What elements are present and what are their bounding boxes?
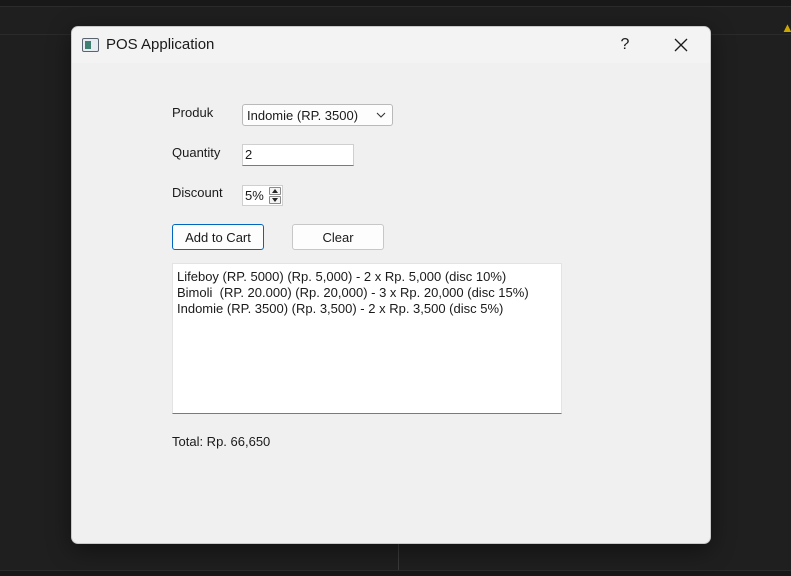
pos-application-window: POS Application ? Produk Indomie (RP. 35… (71, 26, 711, 544)
discount-spinbox[interactable]: 5% (242, 185, 283, 206)
title-bar[interactable]: POS Application ? (72, 27, 710, 63)
cart-list[interactable]: Lifeboy (RP. 5000) (Rp. 5,000) - 2 x Rp.… (172, 263, 562, 414)
spin-up-button[interactable] (269, 187, 281, 195)
discount-label: Discount (172, 185, 223, 200)
add-to-cart-button[interactable]: Add to Cart (172, 224, 264, 250)
cart-item: Lifeboy (RP. 5000) (Rp. 5,000) - 2 x Rp.… (177, 269, 507, 284)
spin-down-arrow-icon (272, 198, 278, 202)
quantity-label: Quantity (172, 145, 221, 160)
warning-icon[interactable]: ▲ (781, 21, 791, 35)
close-icon (674, 38, 688, 52)
discount-value: 5% (245, 188, 264, 203)
produk-selected-value: Indomie (RP. 3500) (247, 108, 359, 123)
cart-item: Bimoli (RP. 20.000) (Rp. 20,000) - 3 x R… (177, 285, 529, 300)
spin-down-button[interactable] (269, 196, 281, 204)
total-label: Total: Rp. 66,650 (172, 434, 271, 449)
chevron-down-icon (376, 112, 386, 118)
cart-item: Indomie (RP. 3500) (Rp. 3,500) - 2 x Rp.… (177, 301, 504, 316)
background-top-bar (0, 0, 791, 7)
window-title: POS Application (106, 36, 215, 53)
help-button[interactable]: ? (602, 27, 648, 63)
quantity-input[interactable]: 2 (242, 144, 354, 166)
window-app-icon (82, 38, 99, 52)
close-button[interactable] (658, 27, 704, 63)
clear-button[interactable]: Clear (292, 224, 384, 250)
produk-dropdown[interactable]: Indomie (RP. 3500) (242, 104, 393, 126)
produk-label: Produk (172, 105, 214, 120)
spin-up-arrow-icon (272, 189, 278, 193)
background-panel-divider (398, 540, 399, 570)
background-status-bar (0, 570, 791, 576)
